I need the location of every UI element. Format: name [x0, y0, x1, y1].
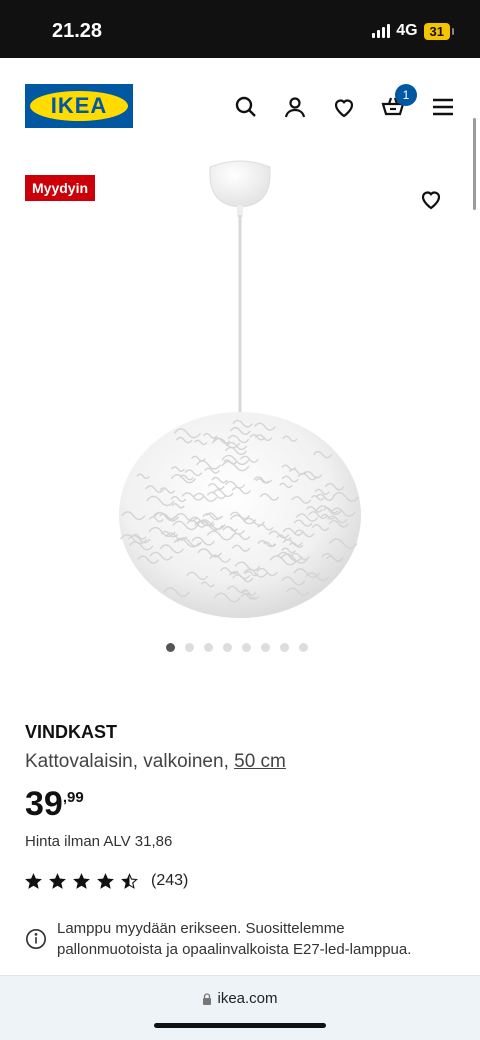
status-bar: 21.28 4G 31	[0, 0, 480, 58]
heart-icon[interactable]	[332, 95, 356, 119]
favorite-heart-icon[interactable]	[419, 187, 443, 211]
carousel-dot[interactable]	[223, 643, 232, 652]
price-excl-vat: Hinta ilman ALV 31,86	[25, 833, 173, 850]
rating-count: (243)	[151, 872, 189, 889]
status-indicators: 4G 31	[372, 22, 455, 40]
cart-count-badge: 1	[395, 84, 417, 106]
product-rating[interactable]: (243)	[25, 872, 188, 890]
info-icon	[26, 929, 46, 949]
network-type: 4G	[396, 22, 418, 39]
rating-stars	[25, 872, 145, 890]
carousel-dot[interactable]	[299, 643, 308, 652]
product-size-link[interactable]: 50 cm	[234, 751, 286, 772]
signal-icon	[372, 24, 391, 38]
price-decimal: ,99	[62, 789, 84, 806]
product-price: 39 ,99	[25, 786, 84, 822]
star-icon	[73, 872, 90, 889]
star-icon	[121, 872, 138, 889]
status-time: 21.28	[52, 20, 103, 42]
lock-icon	[203, 992, 212, 1005]
logo-text: IKEA	[50, 93, 108, 118]
scrollbar[interactable]	[473, 118, 476, 210]
carousel-dot[interactable]	[204, 643, 213, 652]
battery-icon: 31	[423, 22, 455, 40]
url-text: ikea.com	[217, 990, 278, 1007]
user-icon[interactable]	[283, 95, 307, 119]
carousel-dot[interactable]	[242, 643, 251, 652]
star-icon	[49, 872, 66, 889]
info-notice: Lamppu myydään erikseen. Suosittelemme p…	[25, 918, 442, 960]
home-indicator[interactable]	[154, 1023, 326, 1028]
ikea-logo[interactable]: IKEA	[25, 84, 133, 128]
bestseller-badge: Myydyin	[25, 175, 96, 201]
carousel-dot[interactable]	[166, 643, 175, 652]
star-icon	[97, 872, 114, 889]
info-text: Lamppu myydään erikseen. Suosittelemme p…	[57, 920, 412, 958]
star-icon	[25, 872, 42, 889]
site-header: IKEA 1	[0, 58, 480, 158]
browser-bar: ikea.com	[0, 975, 480, 1040]
product-description: Kattovalaisin, valkoinen, 50 cm	[25, 751, 286, 773]
image-carousel-dots	[166, 643, 308, 652]
product-image[interactable]	[110, 155, 370, 625]
carousel-dot[interactable]	[185, 643, 194, 652]
carousel-dot[interactable]	[280, 643, 289, 652]
address-bar[interactable]: ikea.com	[0, 990, 480, 1007]
product-name[interactable]: VINDKAST	[25, 722, 117, 743]
product-type: Kattovalaisin, valkoinen,	[25, 751, 229, 772]
price-integer: 39	[25, 785, 63, 823]
carousel-dot[interactable]	[261, 643, 270, 652]
menu-icon[interactable]	[431, 95, 455, 119]
search-icon[interactable]	[234, 95, 258, 119]
